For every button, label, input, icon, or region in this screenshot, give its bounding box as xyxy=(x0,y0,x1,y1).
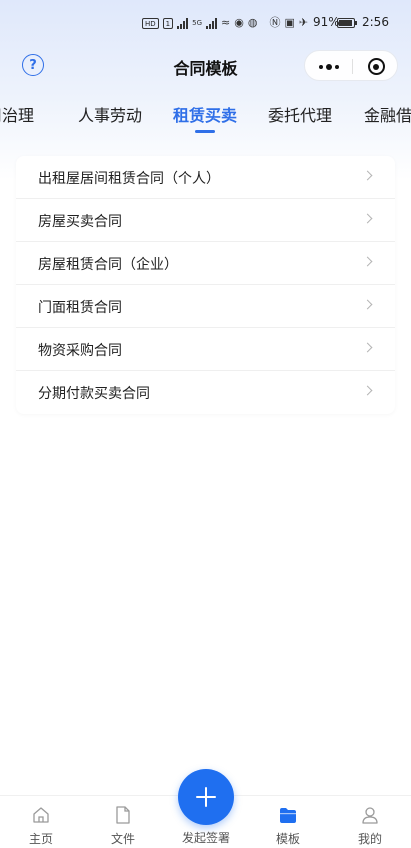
list-item-label: 出租屋居间租赁合同（个人） xyxy=(38,171,220,187)
chevron-right-icon xyxy=(362,213,373,224)
list-item-label: 物资采购合同 xyxy=(38,343,122,359)
tab-finance-loan[interactable]: 金融借贷 xyxy=(364,102,411,126)
tab-hr-labor[interactable]: 人事劳动 xyxy=(78,102,142,126)
tab-lease-sale[interactable]: 租赁买卖 xyxy=(173,102,237,126)
tabbar-files[interactable]: 文件 xyxy=(93,796,153,848)
list-item[interactable]: 分期付款买卖合同 xyxy=(16,371,395,414)
close-mini-program-icon[interactable] xyxy=(353,51,399,82)
chevron-right-icon xyxy=(362,170,373,181)
wifi-icon: ≈ xyxy=(221,16,231,29)
status-bar: HD 1 5G ≈ ◉ ◍ Ⓝ ▣ ✈ 91% 2:56 xyxy=(0,0,411,48)
start-signing-label: 发起签署 xyxy=(181,831,230,845)
folder-icon xyxy=(280,808,296,823)
file-icon xyxy=(116,806,130,824)
signal-2-icon xyxy=(206,17,218,29)
signal-icon xyxy=(177,17,189,29)
app-icon: ◍ xyxy=(247,16,258,29)
mute-icon: ✈ xyxy=(298,16,309,29)
nfc-icon: Ⓝ xyxy=(269,16,281,29)
tabbar-mine[interactable]: 我的 xyxy=(340,796,400,848)
list-item[interactable]: 出租屋居间租赁合同（个人） xyxy=(16,156,395,199)
status-icons: HD 1 5G ≈ ◉ ◍ Ⓝ ▣ ✈ xyxy=(142,16,308,30)
more-icon[interactable] xyxy=(305,51,352,82)
template-list: 出租屋居间租赁合同（个人） 房屋买卖合同 房屋租赁合同（企业） 门面租赁合同 物… xyxy=(16,156,395,414)
active-tab-indicator xyxy=(195,130,215,133)
sim-badge: 1 xyxy=(162,17,174,29)
battery-icon xyxy=(337,18,357,28)
chevron-right-icon xyxy=(362,256,373,267)
mini-program-capsule xyxy=(304,50,398,81)
home-icon xyxy=(33,807,49,823)
nav-bar: ? 合同模板 xyxy=(0,48,411,84)
chevron-right-icon xyxy=(362,342,373,353)
chevron-right-icon xyxy=(362,299,373,310)
tabbar-label: 主页 xyxy=(28,832,53,846)
list-item[interactable]: 物资采购合同 xyxy=(16,328,395,371)
tabbar-label: 模板 xyxy=(275,832,300,846)
start-signing-button[interactable] xyxy=(178,769,234,825)
battery-percent: 91% xyxy=(313,15,340,29)
signal-2-label: 5G xyxy=(192,19,203,27)
category-tabs: 公司治理 人事劳动 租赁买卖 委托代理 金融借贷 xyxy=(0,96,411,138)
list-item[interactable]: 房屋买卖合同 xyxy=(16,199,395,242)
tab-agency[interactable]: 委托代理 xyxy=(268,102,332,126)
tabbar-label: 我的 xyxy=(357,832,382,846)
location-icon: ◉ xyxy=(234,16,244,29)
list-item[interactable]: 门面租赁合同 xyxy=(16,285,395,328)
tab-governance[interactable]: 公司治理 xyxy=(0,102,34,126)
vibrate-icon: ▣ xyxy=(284,16,295,29)
list-item-label: 房屋租赁合同（企业） xyxy=(38,257,178,273)
clock: 2:56 xyxy=(362,15,389,29)
tabbar-label: 文件 xyxy=(110,832,135,846)
tabbar-templates[interactable]: 模板 xyxy=(258,796,318,848)
user-icon xyxy=(362,807,378,824)
chevron-right-icon xyxy=(362,385,373,396)
list-item-label: 房屋买卖合同 xyxy=(38,214,122,230)
list-item[interactable]: 房屋租赁合同（企业） xyxy=(16,242,395,285)
hd-badge: HD xyxy=(142,17,159,29)
list-item-label: 分期付款买卖合同 xyxy=(38,386,150,402)
list-item-label: 门面租赁合同 xyxy=(38,300,122,316)
tabbar-home[interactable]: 主页 xyxy=(11,796,71,848)
